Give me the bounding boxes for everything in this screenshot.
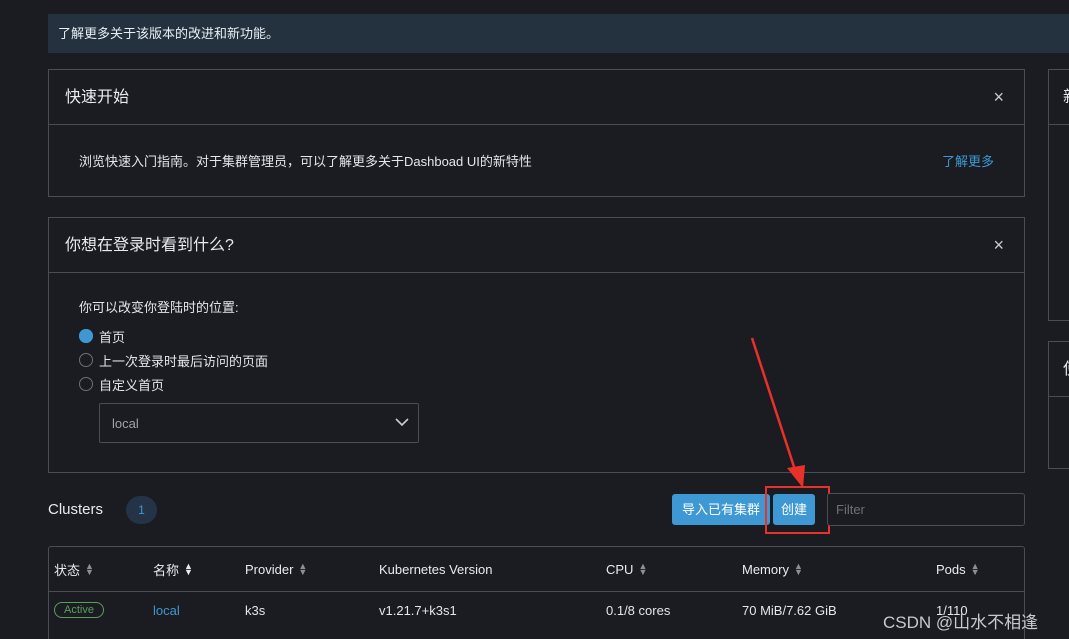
quick-start-text: 浏览快速入门指南。对于集群管理员，可以了解更多关于Dashboad UI的新特性 (79, 154, 532, 169)
close-icon[interactable]: × (993, 218, 1004, 273)
table-row[interactable]: Active local k3s v1.21.7+k3s1 0.1/8 core… (49, 592, 1024, 628)
column-header-version: Kubernetes Version (379, 547, 492, 591)
quick-start-header: 快速开始 × (49, 70, 1024, 125)
login-preference-header: 你想在登录时看到什么? × (49, 218, 1024, 273)
table-header: 状态 ▲ ▼ 名称 ▲ ▼ Provider ▲ ▼ Kubernetes Version … (49, 547, 1024, 592)
radio-option-home[interactable]: 首页 (79, 324, 1024, 348)
memory-cell: 70 MiB/7.62 GiB (742, 602, 837, 618)
sort-desc-icon: ▲ ▼ (184, 561, 193, 577)
login-preference-title: 你想在登录时看到什么? (65, 237, 234, 254)
radio-option-label: 首页 (99, 329, 126, 345)
sort-icon: ▲ ▼ (85, 561, 94, 577)
column-label: 状态 (54, 562, 81, 578)
column-label: Memory (742, 561, 789, 577)
sort-icon: ▲ ▼ (298, 561, 308, 577)
import-cluster-button[interactable]: 导入已有集群 (672, 494, 770, 525)
radio-option-last-visited[interactable]: 上一次登录时最后访问的页面 (79, 348, 1024, 372)
side-card-title: 使 (1049, 342, 1069, 397)
clusters-heading: Clusters (48, 501, 104, 518)
column-label: Pods (936, 561, 966, 577)
close-icon[interactable]: × (993, 70, 1004, 125)
quick-start-title: 快速开始 (65, 89, 130, 106)
column-header-provider[interactable]: Provider ▲ ▼ (245, 547, 307, 591)
cluster-name-link[interactable]: local (153, 592, 180, 628)
radio-option-custom-home[interactable]: 自定义首页 (79, 372, 1024, 396)
radio-checked-icon[interactable] (79, 329, 93, 343)
filter-input[interactable] (827, 493, 1025, 526)
column-header-status[interactable]: 状态 ▲ ▼ (54, 547, 94, 591)
watermark-text: CSDN @山水不相逢 (883, 613, 1039, 632)
sort-icon: ▲ ▼ (970, 561, 980, 577)
side-card-docs: 使 (1048, 341, 1069, 469)
side-card-whats-new: 新 (1048, 69, 1069, 321)
column-label: CPU (606, 561, 634, 577)
radio-unchecked-icon[interactable] (79, 353, 93, 367)
radio-unchecked-icon[interactable] (79, 377, 93, 391)
column-header-memory[interactable]: Memory ▲ ▼ (742, 547, 803, 591)
login-preference-prompt: 你可以改变你登陆时的位置: (79, 300, 239, 315)
radio-option-label: 自定义首页 (99, 377, 165, 393)
clusters-table: 状态 ▲ ▼ 名称 ▲ ▼ Provider ▲ ▼ Kubernetes Version … (48, 546, 1025, 639)
select-value: local (112, 415, 139, 431)
side-card-title: 新 (1049, 70, 1069, 125)
cluster-count-badge: 1 (126, 496, 157, 524)
status-badge: Active (54, 602, 104, 618)
home-cluster-select[interactable]: local (99, 403, 419, 443)
release-notes-banner: 了解更多关于该版本的改进和新功能。 (48, 14, 1069, 53)
column-label: Provider (245, 561, 294, 577)
column-label: Kubernetes Version (379, 561, 493, 577)
chevron-down-icon (395, 418, 409, 427)
version-cell: v1.21.7+k3s1 (379, 602, 457, 618)
provider-cell: k3s (245, 602, 266, 618)
login-preference-body: 你可以改变你登陆时的位置: 首页 上一次登录时最后访问的页面 自定义首页 loc… (49, 273, 1024, 443)
quick-start-card: 快速开始 × 浏览快速入门指南。对于集群管理员，可以了解更多关于Dashboad… (48, 69, 1025, 197)
quick-start-body: 浏览快速入门指南。对于集群管理员，可以了解更多关于Dashboad UI的新特性… (49, 125, 1024, 196)
cpu-cell: 0.1/8 cores (606, 602, 671, 618)
login-preference-card: 你想在登录时看到什么? × 你可以改变你登陆时的位置: 首页 上一次登录时最后访… (48, 217, 1025, 473)
column-header-pods[interactable]: Pods ▲ ▼ (936, 547, 980, 591)
column-label: 名称 (153, 562, 180, 578)
sort-icon: ▲ ▼ (638, 561, 648, 577)
annotation-highlight-box (765, 486, 830, 534)
status-cell: Active (54, 592, 104, 628)
column-header-cpu[interactable]: CPU ▲ ▼ (606, 547, 647, 591)
column-header-name[interactable]: 名称 ▲ ▼ (153, 547, 193, 591)
radio-option-label: 上一次登录时最后访问的页面 (99, 353, 269, 369)
learn-more-link[interactable]: 了解更多 (942, 151, 994, 170)
sort-icon: ▲ ▼ (793, 561, 803, 577)
